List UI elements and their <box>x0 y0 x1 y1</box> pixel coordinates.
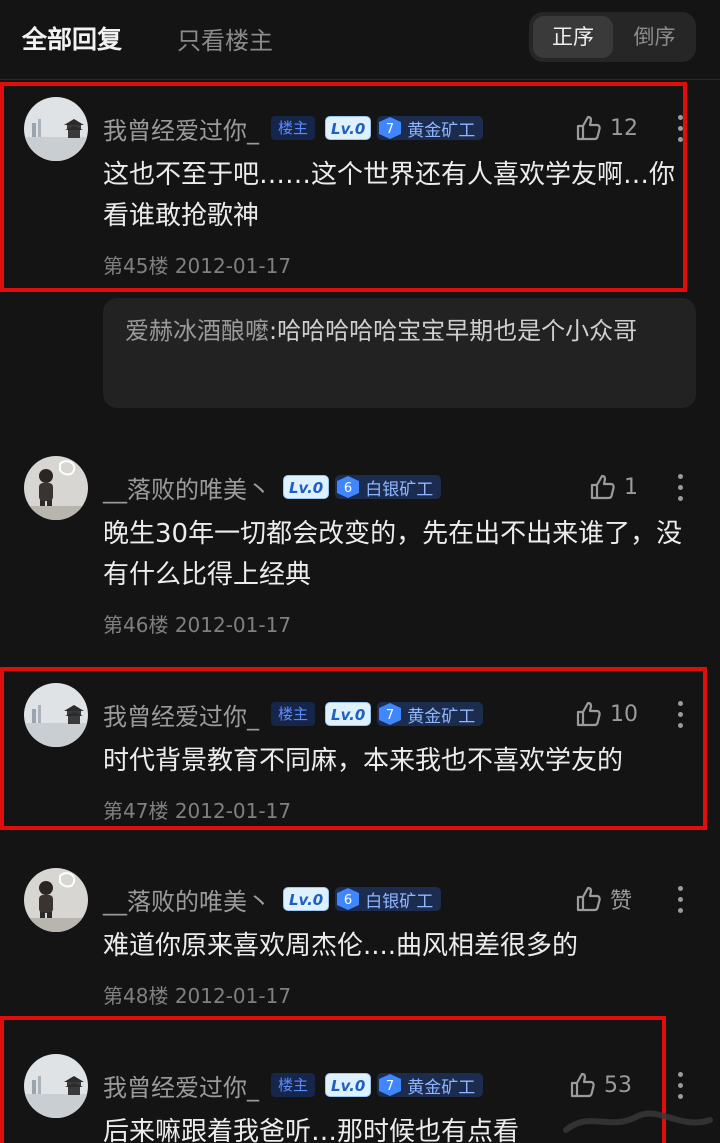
more-vertical-icon[interactable] <box>670 470 690 504</box>
reply-filter-bar: 全部回复 只看楼主 正序 倒序 <box>0 0 720 80</box>
comment-item[interactable]: __落败的唯美丶 Lv.0 6 白银矿工 1 晚生30年一切都会改变的，先在出不… <box>0 456 720 638</box>
level-badge: Lv.0 <box>283 475 330 499</box>
floor-info: 第48楼 2012-01-17 <box>103 980 291 1009</box>
sort-toggle: 正序 倒序 <box>529 12 696 62</box>
tab-all-replies[interactable]: 全部回复 <box>22 20 122 56</box>
rank-title: 白银矿工 <box>365 891 434 912</box>
username[interactable]: __落败的唯美丶 <box>103 882 271 917</box>
rank-badge: 6 白银矿工 <box>335 887 442 912</box>
avatar[interactable] <box>24 456 88 520</box>
floor-number: 第46楼 <box>103 613 169 637</box>
reply-username[interactable]: 爱赫冰酒酿嚒 <box>125 317 269 345</box>
like-count: 1 <box>624 474 638 500</box>
watermark <box>560 1100 720 1143</box>
floor-info: 第46楼 2012-01-17 <box>103 609 291 638</box>
rank-badge: 6 白银矿工 <box>335 475 442 500</box>
svg-text:6: 6 <box>344 481 352 496</box>
comment-content: 晚生30年一切都会改变的，先在出不出来谁了，没有什么比得上经典 <box>103 519 683 590</box>
like-count: 赞 <box>610 889 633 914</box>
highlight-frame <box>0 82 687 292</box>
highlight-frame <box>0 667 707 830</box>
sub-reply[interactable]: 爱赫冰酒酿嚒:哈哈哈哈哈宝宝早期也是个小众哥 <box>103 298 696 408</box>
sort-asc-button[interactable]: 正序 <box>533 16 613 58</box>
svg-text:6: 6 <box>344 893 352 908</box>
avatar[interactable] <box>24 868 88 932</box>
more-vertical-icon[interactable] <box>670 1068 690 1102</box>
rank-gem-icon: 6 <box>335 887 361 911</box>
tab-op-only[interactable]: 只看楼主 <box>177 21 273 56</box>
level-badge: Lv.0 <box>283 887 330 911</box>
post-date: 2012-01-17 <box>174 984 292 1008</box>
rank-gem-icon: 6 <box>335 475 361 499</box>
post-date: 2012-01-17 <box>174 613 292 637</box>
comment-meta: __落败的唯美丶 Lv.0 6 白银矿工 <box>103 882 442 917</box>
comment-meta: __落败的唯美丶 Lv.0 6 白银矿工 <box>103 470 442 505</box>
comment-thread-page: 全部回复 只看楼主 正序 倒序 我曾经爱过你_ 楼主 Lv.0 7 黄金矿工 1… <box>0 0 720 1143</box>
more-vertical-icon[interactable] <box>670 882 690 916</box>
floor-number: 第48楼 <box>103 984 169 1008</box>
username[interactable]: __落败的唯美丶 <box>103 470 271 505</box>
like-button[interactable]: 赞 <box>574 882 632 916</box>
comment-item[interactable]: __落败的唯美丶 Lv.0 6 白银矿工 赞 难道你原来喜欢周杰伦....曲风相… <box>0 868 720 1008</box>
like-button[interactable]: 1 <box>588 470 638 504</box>
thumb-up-icon <box>590 474 615 500</box>
sort-desc-button[interactable]: 倒序 <box>617 16 692 58</box>
rank-title: 白银矿工 <box>365 479 434 500</box>
thumb-up-icon <box>576 886 601 912</box>
comment-content: 难道你原来喜欢周杰伦....曲风相差很多的 <box>103 931 579 961</box>
reply-text: :哈哈哈哈哈宝宝早期也是个小众哥 <box>269 317 638 345</box>
